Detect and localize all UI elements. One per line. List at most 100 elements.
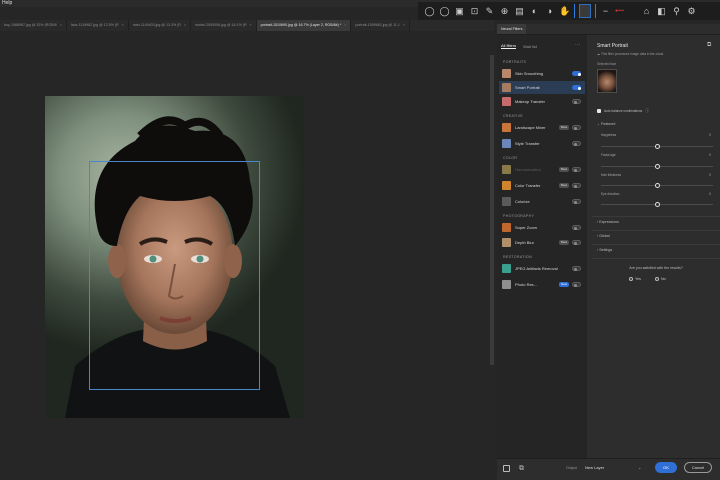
- vertical-scrollbar[interactable]: [490, 55, 494, 365]
- section-featured[interactable]: ⌄ Featured: [597, 122, 615, 126]
- filter-thumbnail: [502, 139, 511, 148]
- hand-icon[interactable]: ✋: [559, 6, 570, 17]
- category-portraits: PORTRAITS: [503, 60, 527, 64]
- doc-tab[interactable]: boy-1566967.jpg @ 33% (RGB/8 ×: [0, 20, 67, 31]
- cancel-button[interactable]: Cancel: [684, 462, 712, 473]
- auto-balance-label: Auto balance combinations: [604, 109, 643, 113]
- face-thumbnail[interactable]: [579, 4, 591, 18]
- slider-value: 0: [709, 173, 711, 177]
- filter-thumbnail: [502, 69, 511, 78]
- heal-icon[interactable]: ⚲: [671, 6, 682, 17]
- close-icon[interactable]: ×: [60, 23, 62, 27]
- menu-help[interactable]: Help: [2, 0, 12, 6]
- image-icon[interactable]: ▣: [454, 6, 465, 17]
- filter-depth-blur[interactable]: Depth Blur Beta: [499, 236, 585, 249]
- filter-smart-portrait[interactable]: Smart Portrait: [499, 81, 585, 94]
- ok-button[interactable]: OK: [655, 462, 677, 473]
- filter-toggle[interactable]: [572, 71, 581, 76]
- more-icon[interactable]: ···: [575, 42, 580, 48]
- filter-toggle[interactable]: [572, 225, 581, 230]
- filter-toggle[interactable]: [572, 99, 581, 104]
- panel-tab[interactable]: Neural Filters: [497, 24, 527, 34]
- filter-toggle[interactable]: [572, 141, 581, 146]
- close-icon[interactable]: ×: [344, 23, 346, 27]
- doc-tab-label: face-1119982.jpg @ 12.5% (R: [70, 23, 119, 27]
- selected-face-thumbnail[interactable]: [597, 69, 617, 93]
- tab-all-filters[interactable]: All filters: [501, 43, 517, 49]
- filter-color-transfer[interactable]: Color Transfer Beta: [499, 179, 585, 192]
- filter-skin-smoothing[interactable]: Skin Smoothing: [499, 67, 585, 80]
- section-settings[interactable]: › Settings: [597, 248, 612, 252]
- export-icon[interactable]: ⧉: [707, 42, 711, 49]
- section-global[interactable]: › Global: [597, 234, 610, 238]
- layer-icon[interactable]: ▤: [514, 6, 525, 17]
- doc-tab[interactable]: portrait-1599662.jpg @ 11.1 ×: [351, 20, 410, 31]
- doc-tab-label: man-1149403.jpg @ 13.3% (R: [132, 23, 182, 27]
- filter-thumbnail: [502, 181, 511, 190]
- filter-label: Landscape Mixer: [515, 125, 546, 130]
- record-indicator: ●━━: [615, 8, 625, 14]
- brush-icon[interactable]: ◑: [544, 6, 555, 17]
- filter-makeup-transfer[interactable]: Makeup Transfer: [499, 95, 585, 108]
- auto-balance-row[interactable]: Auto balance combinations ⓘ: [597, 108, 649, 114]
- filter-toggle[interactable]: [572, 167, 581, 172]
- doc-tab-label: model-2549006.jpg @ 18.1% (R: [195, 23, 247, 27]
- gear-icon[interactable]: ⚙: [686, 6, 697, 17]
- preview-toggle-icon[interactable]: [503, 465, 510, 472]
- lasso-icon[interactable]: ◐: [529, 6, 540, 17]
- chevron-down-icon[interactable]: ⌄: [638, 463, 641, 473]
- filter-toggle[interactable]: [572, 282, 581, 287]
- doc-tab-label: portrait-1599662.jpg @ 11.1: [355, 23, 400, 27]
- filter-super-zoom[interactable]: Super Zoom: [499, 221, 585, 234]
- close-icon[interactable]: ×: [250, 23, 252, 27]
- filter-style-transfer[interactable]: Style Transfer: [499, 137, 585, 150]
- layer-preview-icon[interactable]: ⧉: [519, 464, 524, 473]
- filter-jpeg-artifacts-removal[interactable]: JPEG Artifacts Removal: [499, 262, 585, 275]
- stamp-icon[interactable]: ⌂: [641, 6, 652, 17]
- crop-icon[interactable]: ⊡: [469, 6, 480, 17]
- auto-balance-checkbox[interactable]: [597, 109, 601, 113]
- close-icon[interactable]: ×: [122, 23, 124, 27]
- beta-badge: Beta: [558, 167, 569, 172]
- doc-tab[interactable]: man-1149403.jpg @ 13.3% (R ×: [129, 20, 192, 31]
- minus-icon[interactable]: −: [600, 6, 611, 17]
- radio-icon[interactable]: [655, 277, 659, 281]
- filter-toggle[interactable]: [572, 266, 581, 271]
- filter-photo-restoration[interactable]: Photo Res... New: [499, 278, 585, 291]
- feedback-no[interactable]: No: [655, 277, 666, 281]
- document-canvas[interactable]: [0, 31, 494, 480]
- filter-toggle[interactable]: [572, 85, 581, 90]
- output-select[interactable]: New Layer: [584, 463, 646, 473]
- filter-landscape-mixer[interactable]: Landscape Mixer Beta: [499, 121, 585, 134]
- ellipse-select-icon[interactable]: ◯: [424, 6, 435, 17]
- close-icon[interactable]: ×: [403, 23, 405, 27]
- section-label: Expressions: [599, 220, 619, 224]
- slider-knob[interactable]: [654, 202, 660, 207]
- doc-tab[interactable]: face-1119982.jpg @ 12.5% (R ×: [67, 20, 129, 31]
- pen-icon[interactable]: ✎: [484, 6, 495, 17]
- doc-tab[interactable]: model-2549006.jpg @ 18.1% (R ×: [191, 20, 257, 31]
- zoom-icon[interactable]: ⊕: [499, 6, 510, 17]
- filter-label: Makeup Transfer: [515, 99, 546, 104]
- yes-label: Yes: [635, 277, 641, 281]
- doc-tab-active[interactable]: portrait-1510690.jpg @ 16.7% (Layer 2, R…: [256, 20, 352, 31]
- info-icon[interactable]: ⓘ: [645, 108, 649, 114]
- filter-harmonization[interactable]: Harmonization Beta: [499, 163, 585, 176]
- filter-colorize[interactable]: Colorize: [499, 195, 585, 208]
- section-expressions[interactable]: › Expressions: [597, 220, 619, 224]
- filter-toggle[interactable]: [572, 240, 581, 245]
- output-label: Output: [566, 466, 577, 470]
- ellipse-icon[interactable]: ◯: [439, 6, 450, 17]
- section-label: Featured: [601, 122, 616, 126]
- slider-knob[interactable]: [654, 164, 660, 169]
- filter-toggle[interactable]: [572, 125, 581, 130]
- close-icon[interactable]: ×: [184, 23, 186, 27]
- slider-knob[interactable]: [654, 144, 660, 149]
- flip-icon[interactable]: ◧: [656, 6, 667, 17]
- slider-knob[interactable]: [654, 183, 660, 188]
- filter-toggle[interactable]: [572, 183, 581, 188]
- filter-toggle[interactable]: [572, 199, 581, 204]
- feedback-yes[interactable]: Yes: [629, 277, 641, 281]
- tab-wait-list[interactable]: Wait list: [523, 44, 537, 49]
- radio-icon[interactable]: [629, 277, 633, 281]
